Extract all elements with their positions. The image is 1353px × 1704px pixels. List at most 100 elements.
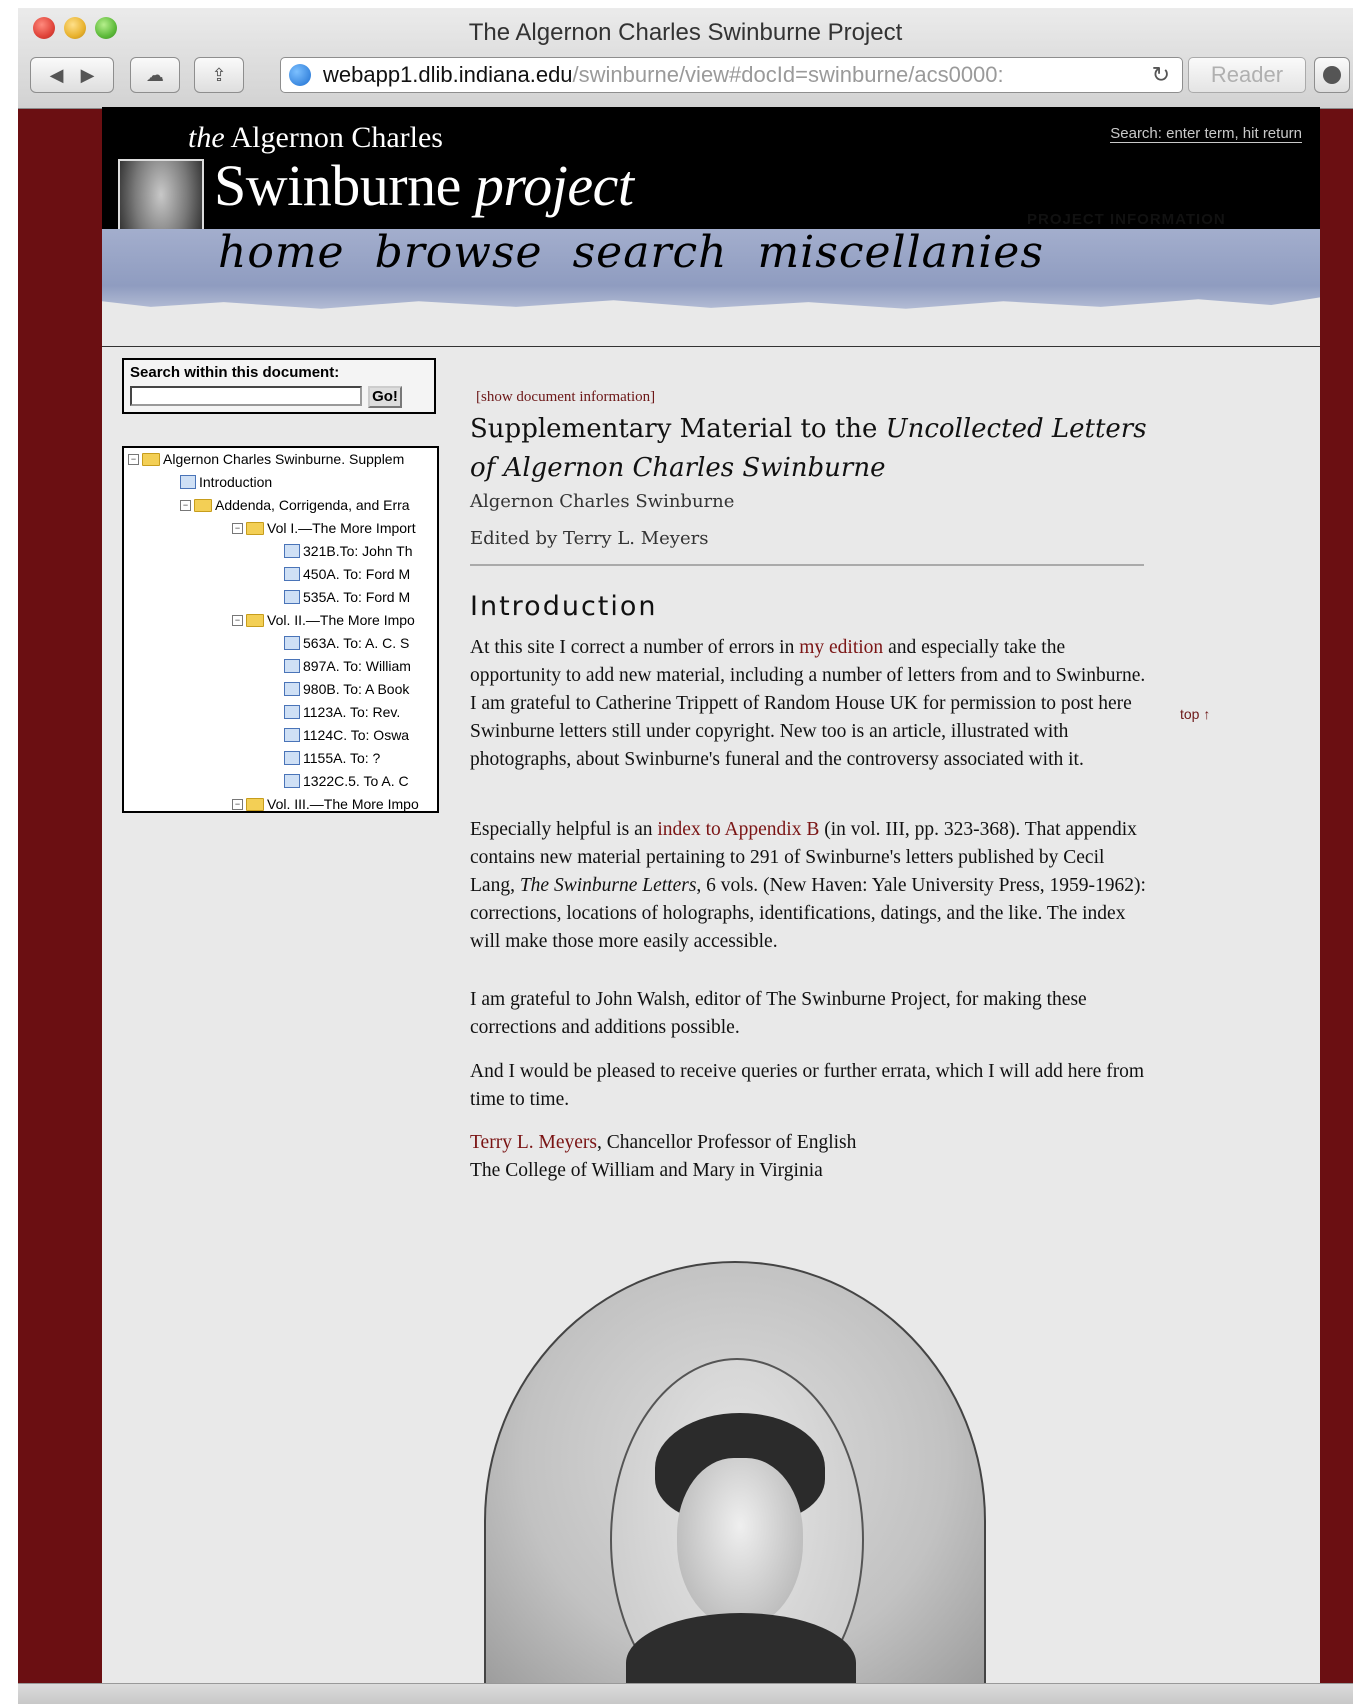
tree-node[interactable]: − Algernon Charles Swinburne. Supplem [128, 448, 404, 470]
tree-node[interactable]: 1322C.5. To A. C [284, 770, 409, 792]
reader-button[interactable]: Reader [1188, 57, 1306, 93]
my-edition-link[interactable]: my edition [799, 637, 883, 658]
project-information-link[interactable]: PROJECT INFORMATION [1027, 211, 1226, 228]
terry-meyers-link[interactable]: Terry L. Meyers [470, 1132, 597, 1153]
go-button[interactable]: Go! [368, 386, 402, 408]
section-heading: Introduction [470, 591, 658, 622]
url-host: webapp1.dlib.indiana.edu [323, 62, 573, 87]
folder-icon [194, 498, 212, 512]
tree-node-label: Introduction [199, 474, 273, 490]
url-path: /swinburne/view#docId=swinburne/acs0000: [572, 62, 1004, 87]
back-forward-buttons[interactable]: ◀ ▶ [30, 57, 114, 93]
paragraph-4: And I would be pleased to receive querie… [470, 1061, 1145, 1110]
tree-node-label: Algernon Charles Swinburne. Supplem [163, 451, 405, 467]
document-author: Algernon Charles Swinburne [470, 491, 735, 512]
signature-line-1: Terry L. Meyers, Chancellor Professor of… [470, 1132, 857, 1153]
tree-node-label: 563A. To: A. C. S [303, 635, 410, 651]
tree-node[interactable]: − Vol I.—The More Import [232, 517, 416, 539]
tree-node-label: 980B. To: A Book [303, 681, 410, 697]
tree-node-label: Addenda, Corrigenda, and Erra [215, 497, 410, 513]
document-icon [284, 590, 300, 604]
paragraph-2: Especially helpful is an index to Append… [470, 819, 1146, 952]
document-icon [284, 728, 300, 742]
nav-search[interactable]: search [573, 227, 728, 278]
document-icon [284, 682, 300, 696]
back-arrow-icon[interactable]: ◀ [50, 65, 64, 86]
reload-icon[interactable]: ↻ [1152, 58, 1170, 92]
tree-node-label: 1155A. To: ? [303, 750, 381, 766]
window-title: The Algernon Charles Swinburne Project [468, 19, 903, 46]
tree-node-label: 897A. To: William [303, 658, 411, 674]
nav-home[interactable]: home [218, 227, 345, 278]
document-icon [180, 475, 196, 489]
swinburne-portrait-photo [484, 1261, 986, 1683]
header-name-line: the Algernon Charles [188, 121, 443, 154]
document-search-label: Search within this document: [130, 364, 340, 381]
folder-icon [246, 613, 264, 627]
tree-node[interactable]: 563A. To: A. C. S [284, 632, 409, 654]
tree-node-label: 1124C. To: Oswa [303, 727, 410, 743]
web-page: the Algernon Charles Swinburne project S… [102, 107, 1320, 1683]
tree-node[interactable]: − Vol. II.—The More Impo [232, 609, 415, 631]
icloud-button[interactable]: ☁ [130, 57, 180, 93]
tree-node-label: 535A. To: Ford M [303, 589, 411, 605]
collapse-icon[interactable]: − [128, 453, 139, 465]
show-document-information-link[interactable]: [show document information] [476, 389, 655, 406]
browser-window: The Algernon Charles Swinburne Project ◀… [18, 8, 1353, 1704]
tree-node[interactable]: − Addenda, Corrigenda, and Erra [180, 494, 410, 516]
document-icon [284, 544, 300, 558]
signature-line-2: The College of William and Mary in Virgi… [470, 1160, 823, 1181]
tree-node-label: 1123A. To: Rev. [303, 704, 401, 720]
document-tree[interactable]: − Algernon Charles Swinburne. Supplem Intr… [122, 446, 439, 813]
tree-node-label: 321B.To: John Th [303, 543, 413, 559]
top-link[interactable]: top ↑ [1180, 706, 1210, 722]
document-title: Supplementary Material to the Uncollecte… [470, 414, 1147, 483]
tree-node[interactable]: 535A. To: Ford M [284, 586, 410, 608]
tree-node[interactable]: 1124C. To: Oswa [284, 724, 409, 746]
share-icon: ⇪ [211, 64, 227, 86]
tree-node-label: 1322C.5. To A. C [303, 773, 409, 789]
tree-node[interactable]: 321B.To: John Th [284, 540, 412, 562]
document-icon [284, 705, 300, 719]
document-icon [284, 659, 300, 673]
header-search-field[interactable]: Search: enter term, hit return [1110, 125, 1302, 143]
browser-chrome: The Algernon Charles Swinburne Project ◀… [18, 8, 1353, 109]
appendix-b-index-link[interactable]: index to Appendix B [657, 819, 819, 840]
document-editor: Edited by Terry L. Meyers [470, 528, 709, 549]
document-icon [284, 636, 300, 650]
cloud-icon: ☁ [146, 64, 164, 86]
tree-node[interactable]: 1123A. To: Rev. [284, 701, 400, 723]
tree-node[interactable]: 980B. To: A Book [284, 678, 409, 700]
document-icon [284, 567, 300, 581]
tree-node[interactable]: Introduction [180, 471, 272, 493]
collapse-icon[interactable]: − [232, 522, 243, 534]
globe-icon [289, 64, 311, 86]
collapse-icon[interactable]: − [180, 499, 191, 511]
document-search-input[interactable] [130, 386, 362, 406]
address-bar[interactable]: webapp1.dlib.indiana.edu/swinburne/view#… [280, 57, 1183, 93]
tree-node-label: 450A. To: Ford M [303, 566, 411, 582]
forward-arrow-icon[interactable]: ▶ [81, 65, 95, 86]
status-bar [18, 1683, 1353, 1704]
tree-node[interactable]: 450A. To: Ford M [284, 563, 410, 585]
title-divider [470, 564, 1144, 566]
nav-miscellanies[interactable]: miscellanies [757, 227, 1043, 278]
downloads-button[interactable] [1314, 57, 1350, 93]
main-nav: home browse search miscellanies [218, 227, 1044, 278]
paragraph-3: I am grateful to John Walsh, editor of T… [470, 989, 1087, 1038]
document-icon [284, 774, 300, 788]
folder-icon [246, 797, 264, 811]
share-button[interactable]: ⇪ [194, 57, 244, 93]
folder-icon [142, 452, 160, 466]
tree-node-label: Vol I.—The More Import [267, 520, 416, 536]
folder-icon [246, 521, 264, 535]
nav-browse[interactable]: browse [375, 227, 543, 278]
tree-node[interactable]: 897A. To: William [284, 655, 411, 677]
tree-node[interactable]: − Vol. III.—The More Impo [232, 793, 419, 811]
tree-node[interactable]: 1155A. To: ? [284, 747, 380, 769]
paragraph-1: At this site I correct a number of error… [470, 637, 1146, 770]
collapse-icon[interactable]: − [232, 614, 243, 626]
site-logo[interactable]: Swinburne project [214, 152, 634, 219]
collapse-icon[interactable]: − [232, 798, 243, 810]
header-divider [102, 346, 1320, 347]
